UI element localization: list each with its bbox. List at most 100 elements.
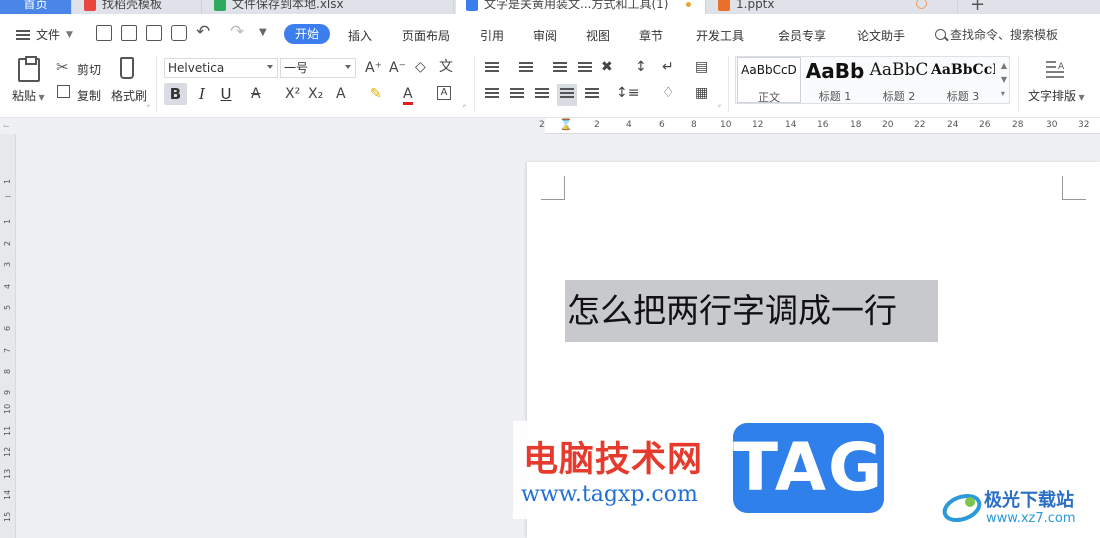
numbered-list-icon[interactable] bbox=[519, 62, 533, 74]
tab-review[interactable]: 审阅 bbox=[533, 27, 557, 44]
grow-font-icon[interactable]: A⁺ bbox=[365, 60, 382, 76]
command-search[interactable]: 查找命令、搜索模板 bbox=[935, 26, 1058, 43]
style-heading-1[interactable]: AaBb 标题 1 bbox=[803, 57, 867, 103]
style-sample: AaBb bbox=[805, 59, 865, 83]
tab-paper-assistant[interactable]: 论文助手 bbox=[857, 27, 905, 44]
italic-button[interactable]: I bbox=[192, 83, 212, 105]
chinese-layout-icon[interactable]: ✖ bbox=[601, 59, 613, 75]
decrease-indent-icon[interactable] bbox=[553, 62, 567, 74]
distributed-icon[interactable] bbox=[585, 88, 599, 100]
font-size-value: 一号 bbox=[284, 61, 309, 75]
tab-references[interactable]: 引用 bbox=[480, 27, 504, 44]
menu-bar: 文件 ▼ ↶ ↷ ▼ 开始 插入 页面布局 引用 审阅 视图 章节 开发工具 会… bbox=[0, 14, 1100, 54]
ruler-number: 7 bbox=[3, 347, 12, 353]
tab-template[interactable]: 找稻壳模板 bbox=[74, 0, 202, 14]
tab-chapter[interactable]: 章节 bbox=[639, 27, 663, 44]
clipboard-dialog-launcher-icon[interactable]: ⌜ bbox=[147, 104, 151, 113]
tab-stop-selector-icon[interactable]: ⌙ bbox=[3, 121, 10, 130]
save-icon[interactable] bbox=[96, 25, 112, 41]
ruler-number: 3 bbox=[3, 261, 12, 267]
align-center-icon[interactable] bbox=[510, 88, 524, 100]
font-dialog-launcher-icon[interactable]: ⌜ bbox=[463, 104, 467, 113]
clear-format-icon[interactable]: ◇ bbox=[415, 59, 426, 75]
superscript-icon[interactable]: X² bbox=[285, 86, 300, 102]
tab-xlsx[interactable]: 文件保存到本地.xlsx bbox=[204, 0, 454, 14]
font-name-select[interactable]: Helvetica bbox=[164, 58, 278, 78]
selected-text[interactable]: 怎么把两行字调成一行 bbox=[565, 280, 938, 342]
unsaved-dot-icon bbox=[686, 2, 691, 7]
tab-document-label: 文字是关黄用装文...方式和工具(1) bbox=[484, 0, 669, 11]
font-color-icon[interactable]: A bbox=[403, 86, 413, 105]
gallery-scroll-icon[interactable]: ▲ ▼ ▾ bbox=[1001, 59, 1007, 101]
export-pdf-icon[interactable] bbox=[121, 25, 137, 41]
style-heading-2[interactable]: AaBbC 标题 2 bbox=[867, 57, 931, 103]
justify-icon[interactable] bbox=[557, 84, 577, 106]
bullet-list-icon[interactable] bbox=[485, 62, 499, 74]
tab-view[interactable]: 视图 bbox=[586, 27, 610, 44]
align-left-icon[interactable] bbox=[485, 88, 499, 100]
bold-button[interactable]: B bbox=[164, 83, 187, 105]
page-corner-mark bbox=[541, 176, 565, 200]
cut-button[interactable]: 剪切 bbox=[77, 61, 101, 78]
tab-member[interactable]: 会员专享 bbox=[778, 27, 826, 44]
print-preview-icon[interactable] bbox=[171, 25, 187, 41]
character-border-icon[interactable]: A bbox=[437, 86, 451, 100]
ruler-tick bbox=[5, 196, 11, 197]
style-name: 标题 2 bbox=[882, 90, 916, 103]
indent-marker-icon[interactable]: ⌛ bbox=[559, 118, 573, 131]
tab-document-active[interactable]: 文字是关黄用装文...方式和工具(1) bbox=[456, 0, 706, 14]
ruler-number: 14 bbox=[785, 120, 797, 130]
new-tab-button[interactable]: + bbox=[970, 0, 985, 14]
ruler-number: 30 bbox=[1046, 120, 1058, 130]
style-heading-3[interactable]: AaBbCcI 标题 3 bbox=[931, 57, 995, 103]
text-effect-icon[interactable]: A bbox=[336, 86, 346, 102]
increase-indent-icon[interactable] bbox=[578, 62, 592, 74]
format-painter-button[interactable]: 格式刷 bbox=[111, 87, 147, 104]
tab-template-label: 找稻壳模板 bbox=[102, 0, 163, 11]
shading-icon[interactable]: ♢ bbox=[662, 85, 675, 101]
align-right-icon[interactable] bbox=[535, 88, 549, 100]
shrink-font-icon[interactable]: A⁻ bbox=[389, 60, 406, 76]
line-spacing-icon[interactable]: ↕≡ bbox=[616, 85, 639, 101]
quick-access-more-icon[interactable]: ▼ bbox=[259, 27, 267, 38]
sort-icon[interactable]: ↕ bbox=[635, 59, 647, 75]
writer-doc-icon bbox=[466, 0, 478, 11]
strikethrough-icon[interactable]: A bbox=[251, 86, 261, 102]
chevron-down-icon bbox=[267, 65, 273, 69]
style-normal[interactable]: AaBbCcD 正文 bbox=[737, 57, 801, 104]
text-layout-icon[interactable]: A bbox=[1044, 58, 1066, 80]
tab-start[interactable]: 开始 bbox=[284, 24, 330, 44]
tab-stops-icon[interactable]: ▤ bbox=[695, 59, 708, 75]
file-menu-button[interactable]: 文件 ▼ bbox=[16, 26, 73, 43]
ruler-number: 8 bbox=[3, 368, 12, 374]
tab-page-layout[interactable]: 页面布局 bbox=[402, 27, 450, 44]
info-icon bbox=[916, 0, 927, 9]
ruler-number: 9 bbox=[3, 389, 12, 395]
copy-button[interactable]: 复制 bbox=[77, 87, 101, 104]
redo-icon[interactable]: ↷ bbox=[230, 22, 244, 42]
print-icon[interactable] bbox=[146, 25, 162, 41]
tab-developer[interactable]: 开发工具 bbox=[696, 27, 744, 44]
highlight-icon[interactable]: ✎ bbox=[370, 86, 382, 102]
tab-home[interactable]: 首页 bbox=[0, 0, 72, 14]
borders-icon[interactable]: ▦ bbox=[695, 85, 708, 101]
phonetic-guide-icon[interactable]: 文 bbox=[439, 59, 453, 75]
subscript-icon[interactable]: X₂ bbox=[308, 86, 323, 102]
paste-icon[interactable] bbox=[18, 56, 40, 82]
copy-icon[interactable] bbox=[57, 85, 70, 98]
cut-icon[interactable]: ✂ bbox=[56, 58, 69, 76]
tab-insert[interactable]: 插入 bbox=[348, 27, 372, 44]
undo-icon[interactable]: ↶ bbox=[196, 22, 210, 42]
show-marks-icon[interactable]: ↵ bbox=[662, 59, 674, 75]
format-painter-icon[interactable] bbox=[120, 57, 134, 79]
ruler-number: 14 bbox=[3, 489, 12, 500]
underline-button[interactable]: U bbox=[216, 83, 236, 105]
group-divider bbox=[1018, 56, 1019, 112]
site-watermark: 电脑技术网 www.tagxp.com bbox=[513, 421, 733, 519]
tab-pptx[interactable]: 1.pptx bbox=[708, 0, 958, 14]
paragraph-dialog-launcher-icon[interactable]: ⌜ bbox=[718, 104, 722, 113]
ruler-number: 6 bbox=[3, 325, 12, 331]
font-size-select[interactable]: 一号 bbox=[280, 58, 356, 78]
paste-button[interactable]: 粘贴 ▼ bbox=[12, 87, 45, 104]
text-layout-button[interactable]: 文字排版 ▼ bbox=[1028, 87, 1085, 104]
